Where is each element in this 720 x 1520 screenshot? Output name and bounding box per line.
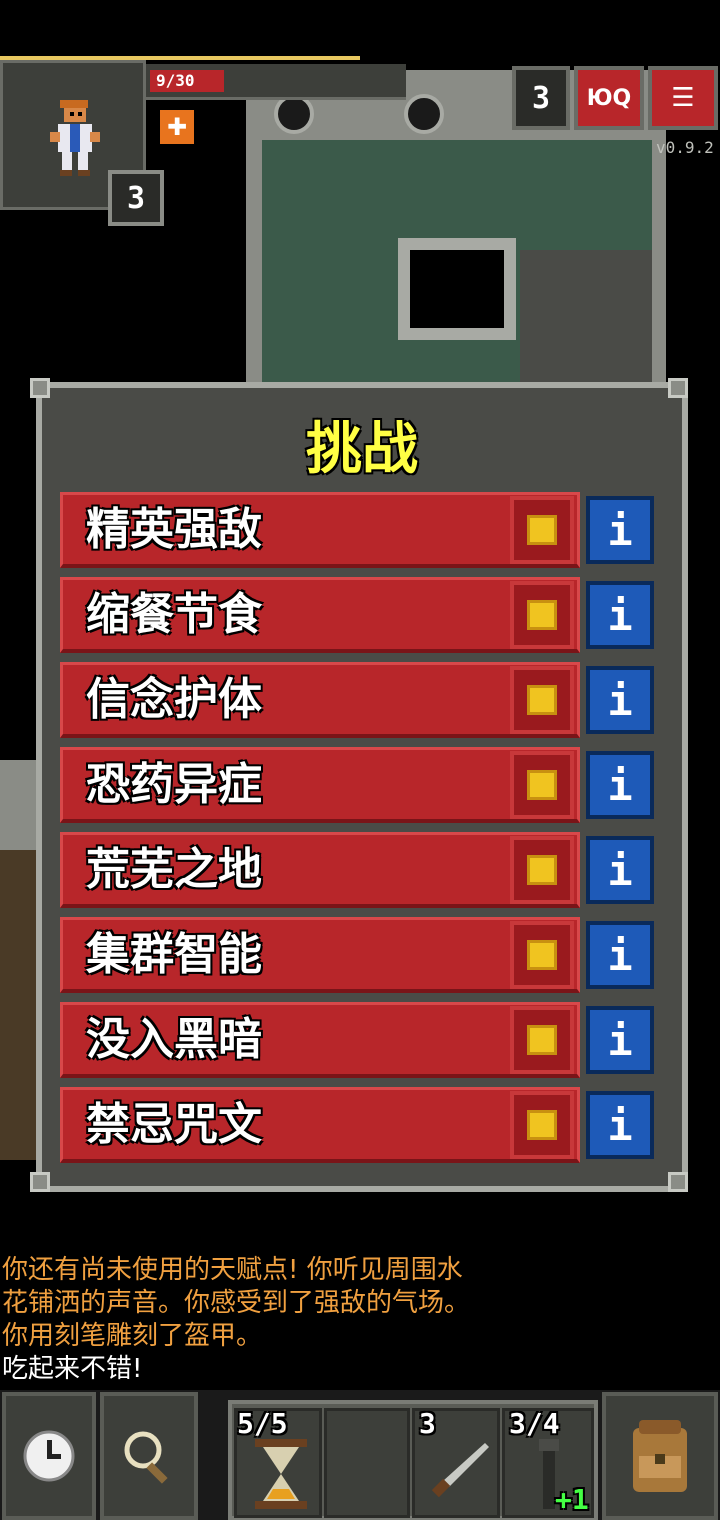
log-line: 你还有尚未使用的天赋点! 你听见周围水 (2, 1255, 463, 1285)
log-line: 吃起来不错! (2, 1354, 143, 1384)
depth-indicator[interactable]: 3 (512, 66, 570, 130)
challenge-info-button[interactable]: i (586, 921, 654, 989)
magnifier-icon (124, 1431, 168, 1484)
checkbox-checked-icon (527, 515, 557, 545)
rock-wall (520, 250, 652, 390)
challenge-checkbox[interactable] (510, 496, 574, 564)
dagger-icon (431, 1443, 489, 1498)
hero-level-badge: 3 (108, 170, 164, 226)
window-corner (668, 1172, 688, 1192)
window-corner (668, 378, 688, 398)
backpack-button[interactable] (602, 1392, 718, 1520)
challenge-label: 缩餐节食 (86, 589, 262, 640)
challenge-label: 信念护体 (86, 674, 262, 725)
checkbox-checked-icon (527, 1025, 557, 1055)
challenge-info-button[interactable]: i (586, 751, 654, 819)
quickslot-4[interactable]: 3/4 +1 (502, 1407, 594, 1518)
challenge-info-button[interactable]: i (586, 1006, 654, 1074)
challenge-checkbox[interactable] (510, 1006, 574, 1074)
challenge-info-button[interactable]: i (586, 1091, 654, 1159)
challenge-info-button[interactable]: i (586, 581, 654, 649)
clock-icon (23, 1430, 75, 1482)
challenge-label: 荒芜之地 (86, 844, 262, 895)
wait-button[interactable] (2, 1392, 96, 1520)
challenge-label: 集群智能 (86, 929, 262, 980)
version-label: v0.9.2 (656, 138, 714, 157)
hero-avatar (50, 100, 100, 176)
challenge-checkbox[interactable] (510, 581, 574, 649)
wall-vent (404, 94, 444, 134)
challenge-info-button[interactable]: i (586, 496, 654, 564)
checkbox-checked-icon (527, 770, 557, 800)
challenge-label: 没入黑暗 (86, 1014, 262, 1065)
challenge-checkbox[interactable] (510, 921, 574, 989)
challenge-checkbox[interactable] (510, 751, 574, 819)
backpack-icon (633, 1420, 687, 1492)
checkbox-checked-icon (527, 1110, 557, 1140)
status-bar (0, 0, 720, 56)
challenge-label: 精英强敌 (86, 504, 262, 555)
checkbox-checked-icon (527, 600, 557, 630)
journal-button[interactable]: ЮQ (574, 66, 644, 130)
window-corner (30, 378, 50, 398)
wall-vent (274, 94, 314, 134)
window-title: 挑战 (306, 417, 418, 482)
pit-tile[interactable] (398, 238, 516, 340)
quickslot-1[interactable]: 5/5 (234, 1407, 322, 1518)
quickslot-count: 5/5 (237, 1407, 288, 1440)
challenge-checkbox[interactable] (510, 1091, 574, 1159)
log-line: 花铺洒的声音。你感受到了强敌的气场。 (2, 1288, 471, 1318)
upgrade-bonus: +1 (555, 1483, 589, 1516)
quickslot-3[interactable]: 3 (412, 1407, 500, 1518)
buff-icon[interactable]: ✚ (160, 110, 194, 144)
quickslot-count: 3/4 (509, 1407, 560, 1440)
quickslot-2[interactable] (324, 1408, 410, 1518)
health-text: 9/30 (156, 71, 195, 90)
search-button[interactable] (100, 1392, 198, 1520)
hourglass-icon (255, 1439, 307, 1509)
checkbox-checked-icon (527, 685, 557, 715)
challenge-label: 恐药异症 (86, 759, 262, 810)
challenge-checkbox[interactable] (510, 836, 574, 904)
window-corner (30, 1172, 50, 1192)
quickslot-count: 3 (419, 1407, 436, 1440)
challenge-info-button[interactable]: i (586, 836, 654, 904)
left-wall-stone (0, 760, 36, 850)
log-line: 你用刻笔雕刻了盔甲。 (2, 1321, 263, 1351)
checkbox-checked-icon (527, 855, 557, 885)
challenge-info-button[interactable]: i (586, 666, 654, 734)
menu-button[interactable]: ☰ (648, 66, 718, 130)
challenge-label: 禁忌咒文 (86, 1099, 262, 1150)
challenge-checkbox[interactable] (510, 666, 574, 734)
checkbox-checked-icon (527, 940, 557, 970)
